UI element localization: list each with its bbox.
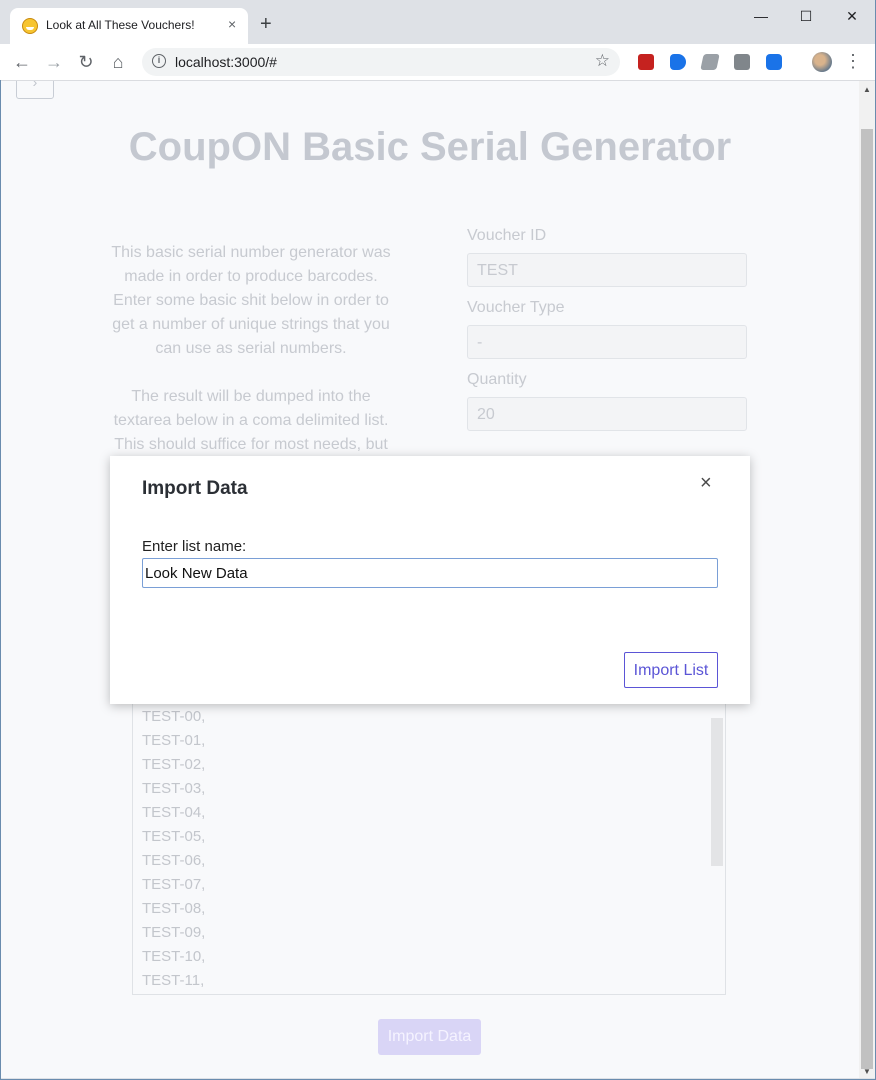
voucher-id-label: Voucher ID [467,227,547,244]
tab-close-icon[interactable]: × [228,16,236,32]
result-line: TEST-09, [142,924,206,941]
browser-title-bar: Look at All These Vouchers! × + — ☐ ✕ [0,0,876,44]
new-tab-button[interactable]: + [260,14,272,34]
voucher-type-label: Voucher Type [467,299,565,316]
extension-card-icon[interactable] [700,54,720,70]
intro-paragraph-2: The result will be dumped into the texta… [113,388,389,453]
result-line: TEST-10, [142,948,206,965]
browser-toolbar: ← → ↻ ⌂ i localhost:3000/# ☆ ⋮ [0,44,876,81]
extension-red-icon[interactable] [638,54,654,70]
result-line: TEST-08, [142,900,206,917]
extension-gray-icon[interactable] [734,54,750,70]
home-icon[interactable]: ⌂ [107,51,129,73]
smiley-favicon-icon [22,18,38,34]
quantity-input[interactable]: 20 [467,397,747,431]
maximize-button[interactable]: ☐ [791,6,821,26]
import-data-button[interactable]: Import Data [378,1019,481,1055]
forward-arrow-icon[interactable]: → [43,51,65,73]
page-title: CoupON Basic Serial Generator [128,125,732,169]
result-line: TEST-02, [142,756,206,773]
browser-tab[interactable]: Look at All These Vouchers! × [10,8,248,44]
import-list-button[interactable]: Import List [624,652,718,688]
address-bar[interactable]: i localhost:3000/# ☆ [142,48,620,76]
close-icon[interactable]: × [700,472,712,494]
quantity-label: Quantity [467,371,527,388]
page-viewport: › CoupON Basic Serial Generator This bas… [1,81,859,1078]
intro-paragraph-1: This basic serial number generator was m… [111,244,391,357]
list-name-label: Enter list name: [142,538,247,555]
result-line: TEST-04, [142,804,206,821]
extension-tag-icon[interactable] [670,54,686,70]
result-line: TEST-05, [142,828,206,845]
scroll-up-arrow-icon[interactable]: ▲ [863,85,871,94]
reload-icon[interactable]: ↻ [75,51,97,73]
sidebar-toggle-button[interactable]: › [16,81,54,99]
result-scroll-thumb[interactable] [711,718,723,866]
result-line: TEST-06, [142,852,206,869]
profile-avatar[interactable] [812,52,832,72]
voucher-id-input[interactable]: TEST [467,253,747,287]
import-data-modal: Import Data × Enter list name: Import Li… [110,456,750,704]
intro-text: This basic serial number generator was m… [111,241,391,481]
back-arrow-icon[interactable]: ← [11,51,33,73]
result-textarea[interactable]: TEST-00, TEST-01, TEST-02, TEST-03, TEST-04,… [132,703,726,995]
page-scrollbar[interactable]: ▲ ▼ [859,81,875,1078]
page-scroll-thumb[interactable] [861,129,873,1069]
modal-title: Import Data [142,478,248,499]
result-line: TEST-07, [142,876,206,893]
result-scrollbar[interactable] [709,704,725,994]
window-border-left [0,80,1,1080]
list-name-input[interactable] [142,558,718,588]
close-window-button[interactable]: ✕ [837,6,867,26]
result-line: TEST-00, [142,708,206,725]
scroll-down-arrow-icon[interactable]: ▼ [863,1067,871,1076]
result-line: TEST-11, [142,972,205,989]
result-line: TEST-01, [142,732,206,749]
browser-menu-icon[interactable]: ⋮ [844,50,862,72]
url-text[interactable]: localhost:3000/# [175,54,277,70]
minimize-button[interactable]: — [746,6,776,26]
bookmark-star-icon[interactable]: ☆ [595,51,610,71]
voucher-type-input[interactable]: - [467,325,747,359]
tab-title: Look at All These Vouchers! [46,18,195,32]
result-line: TEST-03, [142,780,206,797]
site-info-icon[interactable]: i [152,54,166,68]
result-list: TEST-00, TEST-01, TEST-02, TEST-03, TEST-04,… [133,705,205,993]
extension-blue-icon[interactable] [766,54,782,70]
